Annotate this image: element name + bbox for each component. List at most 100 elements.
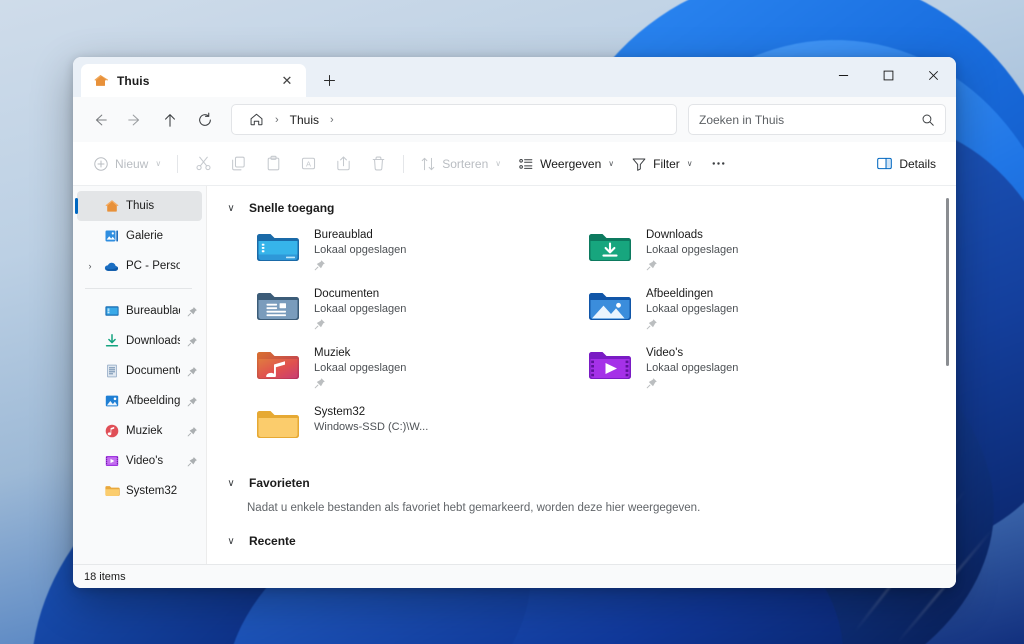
breadcrumb-separator-end[interactable]: › [329,114,335,126]
quick-access-item-documenten[interactable]: Documenten Lokaal opgeslagen [247,279,579,338]
item-subtitle: Windows-SSD (C:)\W... [314,421,429,433]
rename-button[interactable]: A [291,149,325,179]
search-input[interactable] [699,112,921,127]
section-header-recente[interactable]: ∨ Recente [207,531,956,551]
sidebar-item-label: Galerie [126,230,164,242]
sort-button[interactable]: Sorteren ∨ [412,149,509,179]
documents-icon [103,363,120,380]
address-bar[interactable]: › Thuis › [231,104,677,135]
sidebar-item-label: Video's [126,455,164,467]
copy-button[interactable] [221,149,255,179]
view-button[interactable]: Weergeven ∨ [510,149,622,179]
navigation-bar: › Thuis › [73,97,956,142]
sidebar-item-muziek[interactable]: › Muziek [77,416,202,446]
music-folder-icon [255,345,301,383]
section-title: Favorieten [249,476,310,490]
tab-strip: Thuis ✕ [73,64,344,97]
close-tab-icon[interactable]: ✕ [276,70,298,92]
breadcrumb-item-thuis[interactable]: Thuis [283,111,326,129]
sidebar-item-label: PC - Persoonlijk [126,260,180,272]
view-button-label: Weergeven [540,156,602,171]
pictures-icon [103,393,120,410]
item-subtitle: Lokaal opgeslagen [646,362,739,374]
item-name: Bureaublad [314,229,373,241]
sidebar-item-pc-persoonlijk[interactable]: › PC - Persoonlijk [77,251,202,281]
pin-icon [186,336,198,347]
chevron-placeholder: › [83,396,97,406]
toolbar-divider [177,154,179,173]
sidebar-item-system32[interactable]: › System32 [77,476,202,506]
desktop-folder-icon [103,303,120,320]
pin-icon [314,318,406,330]
title-bar: Thuis ✕ [73,57,956,97]
minimize-button[interactable] [821,57,866,93]
details-pane-button[interactable]: Details [868,149,944,179]
new-tab-button[interactable] [314,65,344,95]
quick-access-item-system32[interactable]: System32 Windows-SSD (C:)\W... [247,397,579,456]
back-button[interactable] [83,104,116,135]
search-icon[interactable] [921,113,935,127]
sidebar-item-galerie[interactable]: › Galerie [77,221,202,251]
close-window-button[interactable] [911,57,956,93]
quick-access-item-downloads[interactable]: Downloads Lokaal opgeslagen [579,220,911,279]
sidebar-item-afbeeldingen[interactable]: › Afbeeldingen [77,386,202,416]
section-header-favorieten[interactable]: ∨ Favorieten [207,473,956,493]
share-button[interactable] [326,149,360,179]
forward-button[interactable] [118,104,151,135]
sidebar-item-documenten[interactable]: › Documenten [77,356,202,386]
sidebar-item-label: Muziek [126,425,163,437]
paste-button[interactable] [256,149,290,179]
item-count-label: 18 items [84,570,126,583]
item-name: System32 [314,406,366,418]
filter-button[interactable]: Filter ∨ [623,149,701,179]
item-subtitle: Lokaal opgeslagen [646,303,739,315]
breadcrumb-home-icon[interactable] [242,110,271,129]
item-text: Video's Lokaal opgeslagen [646,345,738,389]
pin-icon [314,259,406,271]
more-options-button[interactable] [702,149,736,179]
tab-thuis[interactable]: Thuis ✕ [81,64,306,97]
pin-icon [186,426,198,437]
section-header-quick-access[interactable]: ∨ Snelle toegang [207,198,956,218]
chevron-down-icon[interactable]: ∨ [224,478,238,489]
sidebar-item-videos[interactable]: › [77,446,202,476]
item-subtitle: Lokaal opgeslagen [646,244,739,256]
chevron-right-icon[interactable]: › [83,261,97,271]
status-bar: 18 items [73,564,956,588]
pictures-folder-icon [587,286,633,324]
quick-access-item-videos[interactable]: Video's Lokaal opgeslagen [579,338,911,397]
quick-access-item-muziek[interactable]: Muziek Lokaal opgeslagen [247,338,579,397]
item-text: Afbeeldingen Lokaal opgeslagen [646,286,738,330]
content-scrollbar[interactable] [942,196,953,554]
cut-button[interactable] [186,149,220,179]
breadcrumb-separator: › [275,113,279,126]
svg-text:A: A [306,160,312,169]
sidebar-item-bureaublad[interactable]: › Bureaublad [77,296,202,326]
item-subtitle: Lokaal opgeslagen [314,362,407,374]
sidebar-item-thuis[interactable]: › Thuis [75,191,202,221]
videos-icon [103,453,120,470]
home-icon [103,198,120,215]
music-icon [103,423,120,440]
chevron-down-icon[interactable]: ∨ [224,536,238,547]
item-text: Bureaublad Lokaal opgeslagen [314,227,406,271]
scrollbar-thumb[interactable] [946,198,949,366]
pin-icon [646,377,738,389]
item-text: Muziek Lokaal opgeslagen [314,345,406,389]
maximize-button[interactable] [866,57,911,93]
item-text: Documenten Lokaal opgeslagen [314,286,406,330]
refresh-button[interactable] [188,104,221,135]
quick-access-item-afbeeldingen[interactable]: Afbeeldingen Lokaal opgeslagen [579,279,911,338]
search-box[interactable] [688,104,946,135]
item-name: Documenten [314,288,380,300]
chevron-down-icon[interactable]: ∨ [224,203,238,214]
delete-button[interactable] [361,149,395,179]
sidebar-item-label: System32 [126,485,178,497]
new-button[interactable]: Nieuw ∨ [85,149,169,179]
quick-access-item-bureaublad[interactable]: Bureaublad Lokaal opgeslagen [247,220,579,279]
sidebar-item-downloads[interactable]: › Downloads [77,326,202,356]
window-body: › Thuis › [73,186,956,564]
up-button[interactable] [153,104,186,135]
desktop-folder-icon [255,227,301,265]
